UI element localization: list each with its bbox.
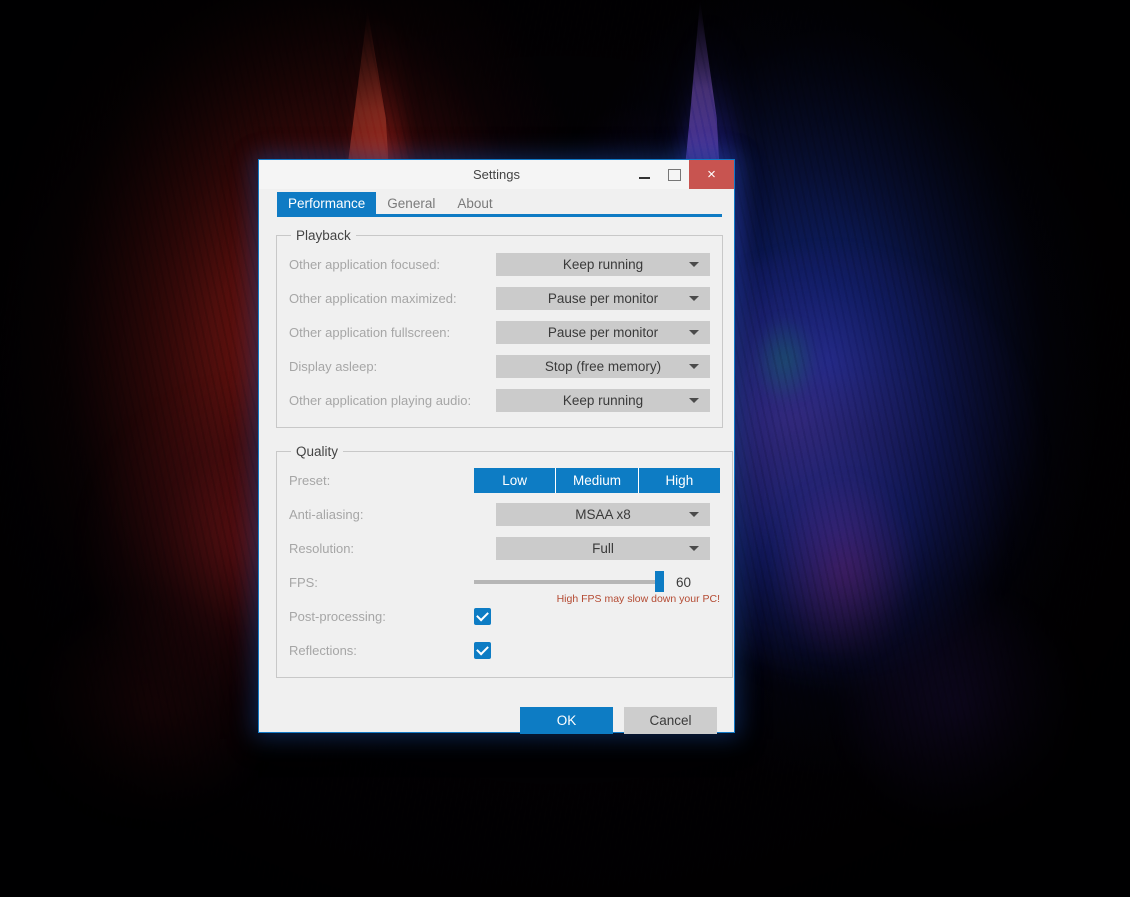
tab-bar: Performance General About (259, 190, 734, 217)
label-other-application-playing-audio: Other application playing audio: (289, 392, 472, 408)
fps-value: 60 (676, 574, 692, 590)
control-other-application-maximized: Pause per monitor (496, 286, 710, 310)
row-anti-aliasing: Anti-aliasing: MSAA x8 (289, 497, 720, 531)
label-preset: Preset: (289, 472, 331, 488)
row-display-asleep: Display asleep: Stop (free memory) (289, 349, 710, 383)
preset-option-medium[interactable]: Medium (556, 467, 639, 493)
playback-group: Playback Other application focused: Keep… (276, 228, 723, 428)
dropdown-value-display-asleep: Stop (free memory) (544, 358, 662, 374)
chevron-down-icon (689, 262, 699, 267)
chevron-down-icon (689, 296, 699, 301)
control-display-asleep: Stop (free memory) (496, 354, 710, 378)
cancel-button[interactable]: Cancel (624, 707, 717, 734)
control-resolution: Full (496, 536, 720, 560)
control-other-application-playing-audio: Keep running (496, 388, 710, 412)
quality-group: Quality Preset: Low Medium High Anti-ali… (276, 444, 733, 678)
label-resolution: Resolution: (289, 540, 355, 556)
minimize-icon (638, 176, 650, 179)
row-reflections: Reflections: (289, 633, 720, 667)
dropdown-other-application-focused[interactable]: Keep running (496, 252, 710, 276)
fps-warning-text: High FPS may slow down your PC! (556, 593, 720, 605)
preset-option-low[interactable]: Low (474, 467, 557, 493)
title-bar[interactable]: Settings × (259, 160, 734, 190)
preset-option-high[interactable]: High (638, 467, 720, 493)
row-resolution: Resolution: Full (289, 531, 720, 565)
checkbox-post-processing[interactable] (474, 607, 491, 625)
maximize-icon (667, 168, 681, 181)
dropdown-value-other-application-playing-audio: Keep running (562, 392, 644, 408)
chevron-down-icon (689, 398, 699, 403)
check-icon (476, 642, 489, 655)
chevron-down-icon (689, 330, 699, 335)
check-icon (476, 608, 489, 621)
label-other-application-focused: Other application focused: (289, 256, 441, 272)
control-reflections (474, 641, 720, 659)
fps-slider-row: 60 High FPS may slow down your PC! (474, 571, 720, 605)
row-other-application-maximized: Other application maximized: Pause per m… (289, 281, 710, 315)
control-preset: Low Medium High (474, 467, 720, 493)
dropdown-value-other-application-focused: Keep running (562, 256, 644, 272)
dropdown-value-anti-aliasing: MSAA x8 (575, 506, 631, 522)
fps-slider[interactable] (474, 571, 664, 592)
dropdown-value-resolution: Full (592, 540, 614, 556)
label-fps: FPS: (289, 574, 318, 590)
dialog-body: Playback Other application focused: Keep… (259, 217, 734, 678)
control-other-application-focused: Keep running (496, 252, 710, 276)
row-other-application-playing-audio: Other application playing audio: Keep ru… (289, 383, 710, 417)
dropdown-other-application-fullscreen[interactable]: Pause per monitor (496, 320, 710, 344)
chevron-down-icon (689, 546, 699, 551)
close-button[interactable]: × (689, 160, 734, 189)
dropdown-other-application-maximized[interactable]: Pause per monitor (496, 286, 710, 310)
row-other-application-focused: Other application focused: Keep running (289, 247, 710, 281)
fps-slider-handle[interactable] (655, 571, 664, 592)
label-anti-aliasing: Anti-aliasing: (289, 506, 364, 522)
minimize-button[interactable] (629, 160, 659, 189)
label-other-application-maximized: Other application maximized: (289, 290, 457, 306)
fps-slider-track (474, 580, 664, 584)
label-other-application-fullscreen: Other application fullscreen: (289, 324, 451, 340)
control-post-processing (474, 607, 720, 625)
desktop: Settings × Performance General About Pla… (0, 0, 1130, 897)
dialog-footer: OK Cancel (259, 694, 734, 734)
window-controls: × (629, 160, 734, 189)
tab-underline (277, 214, 722, 217)
preset-segmented-control: Low Medium High (474, 467, 720, 493)
checkbox-reflections[interactable] (474, 641, 491, 659)
control-other-application-fullscreen: Pause per monitor (496, 320, 710, 344)
dropdown-resolution[interactable]: Full (496, 536, 710, 560)
dropdown-value-other-application-maximized: Pause per monitor (547, 290, 659, 306)
dropdown-value-other-application-fullscreen: Pause per monitor (547, 324, 659, 340)
dropdown-other-application-playing-audio[interactable]: Keep running (496, 388, 710, 412)
label-reflections: Reflections: (289, 642, 357, 658)
close-icon: × (707, 166, 716, 183)
row-preset: Preset: Low Medium High (289, 463, 720, 497)
control-anti-aliasing: MSAA x8 (496, 502, 720, 526)
playback-legend: Playback (296, 228, 351, 243)
dropdown-display-asleep[interactable]: Stop (free memory) (496, 354, 710, 378)
row-fps: FPS: 60 High FPS may slow down your PC! (289, 565, 720, 605)
dropdown-anti-aliasing[interactable]: MSAA x8 (496, 502, 710, 526)
wallpaper-teal-accent (740, 300, 830, 420)
quality-legend: Quality (296, 444, 339, 459)
chevron-down-icon (689, 512, 699, 517)
label-display-asleep: Display asleep: (289, 358, 378, 374)
control-fps: 60 High FPS may slow down your PC! (474, 571, 720, 605)
maximize-button[interactable] (659, 160, 689, 189)
ok-button[interactable]: OK (520, 707, 613, 734)
label-post-processing: Post-processing: (289, 608, 386, 624)
settings-window: Settings × Performance General About Pla… (258, 159, 735, 734)
row-other-application-fullscreen: Other application fullscreen: Pause per … (289, 315, 710, 349)
chevron-down-icon (689, 364, 699, 369)
wallpaper-magenta-accent (740, 440, 950, 700)
